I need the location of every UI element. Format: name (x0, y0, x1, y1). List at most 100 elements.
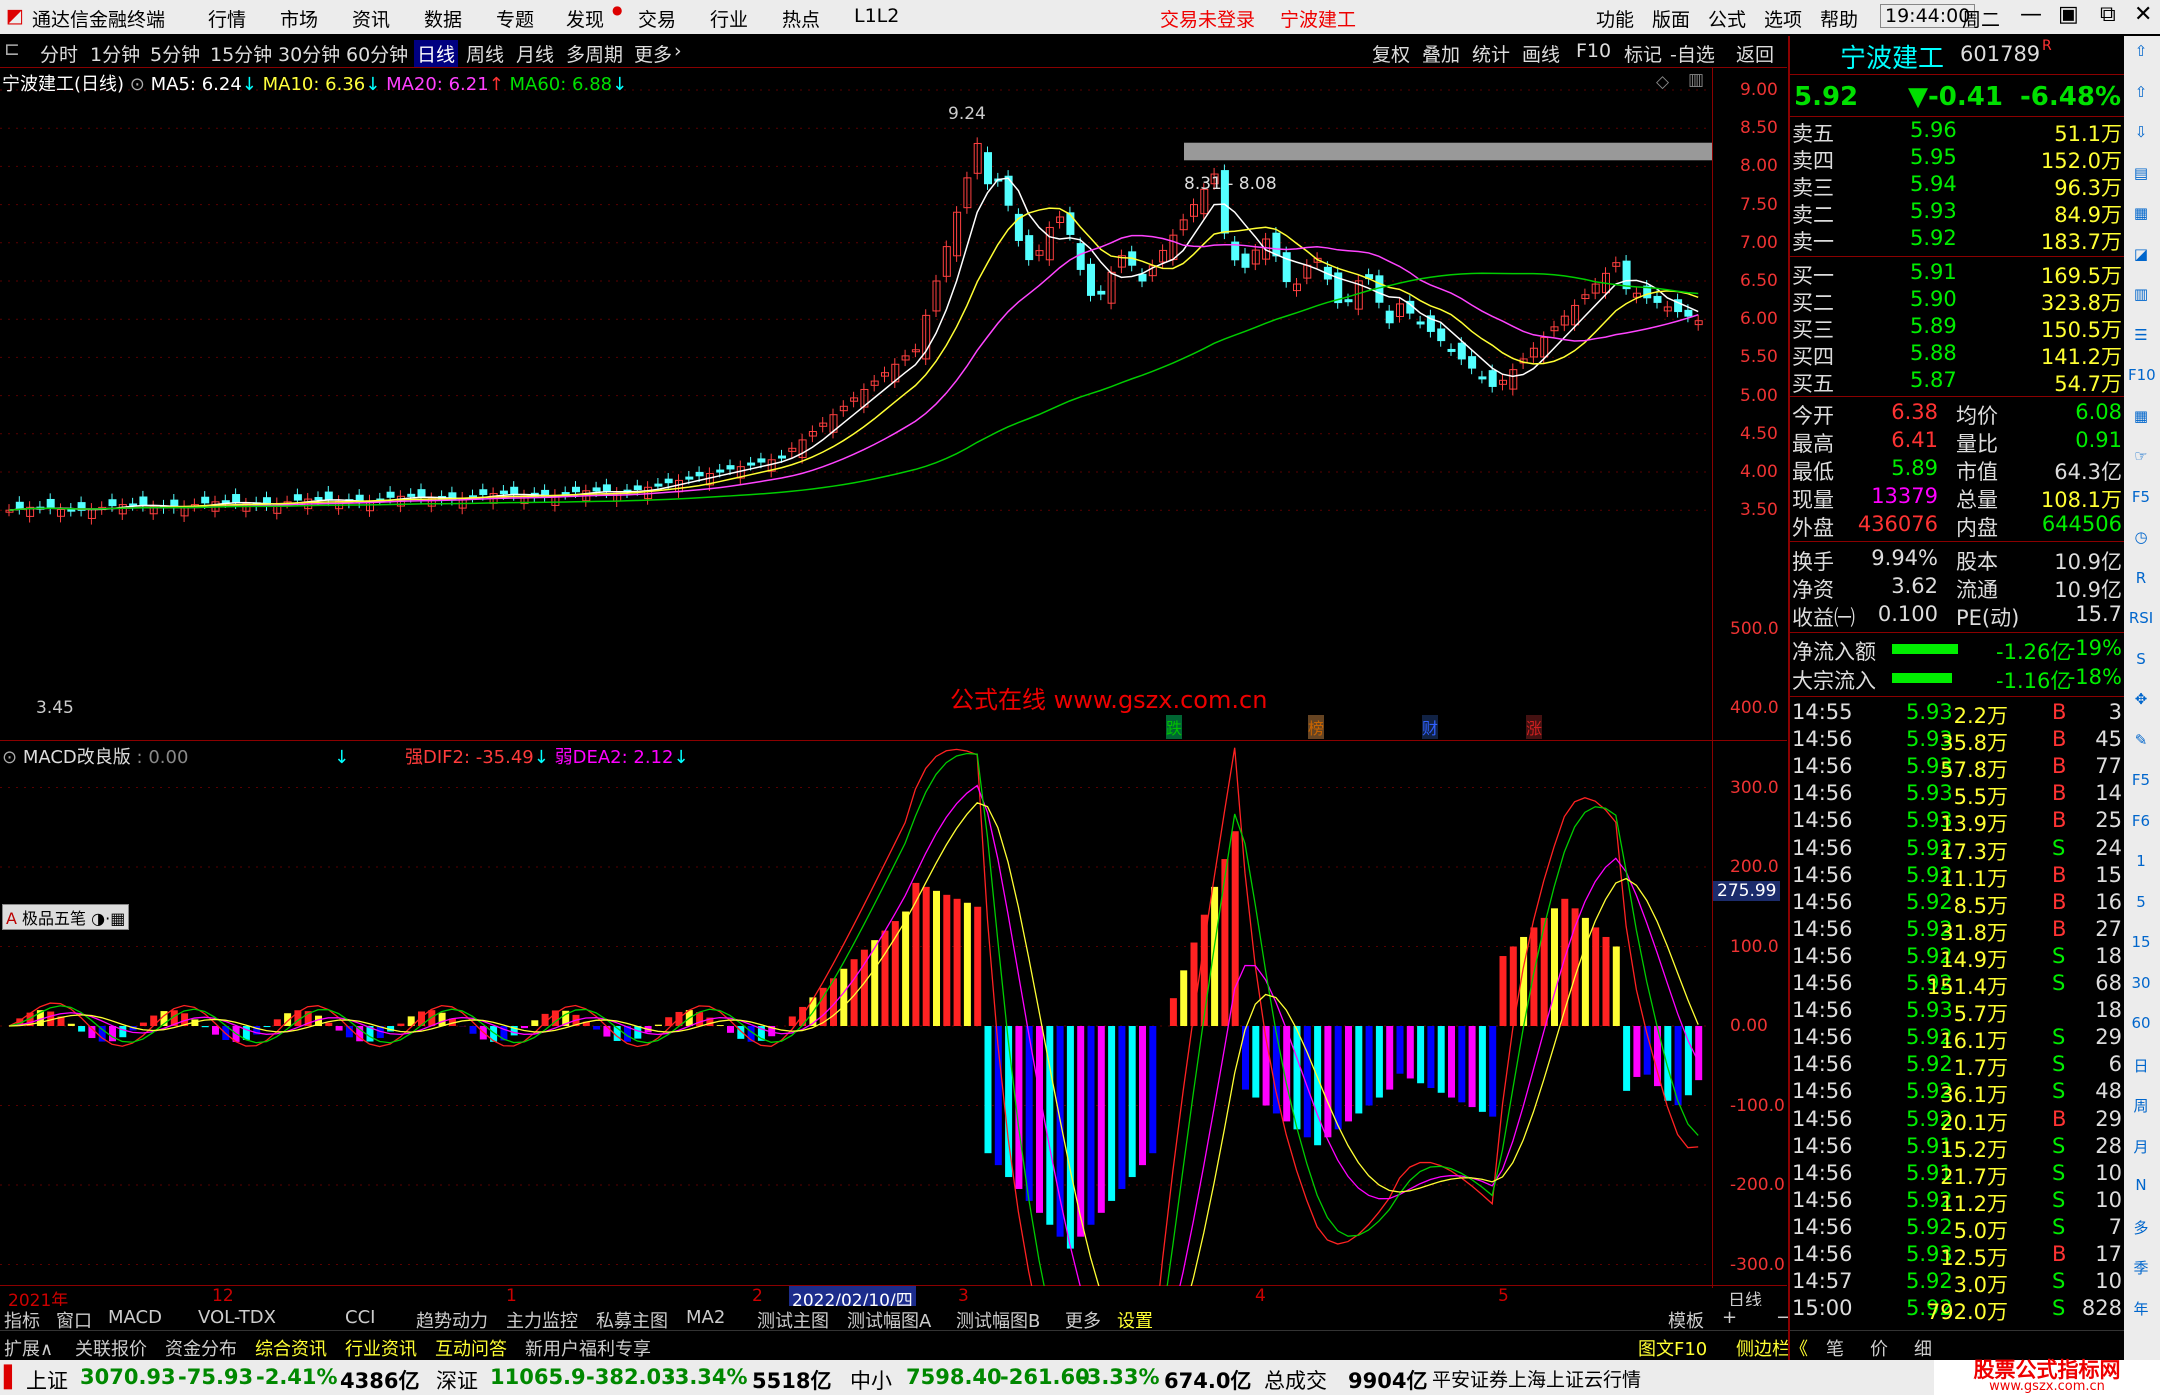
cross-icon[interactable]: ✥ (2128, 690, 2154, 716)
tick-row[interactable]: 14:56 5.93 13.9万 B 25 (1790, 808, 2126, 836)
tick-row[interactable]: 14:56 5.91 15.2万 S 28 (1790, 1134, 2126, 1162)
period-1min[interactable]: 1分钟 (90, 40, 140, 67)
ask-row[interactable]: 卖一 5.92 183.7万 (1790, 226, 2126, 254)
F5-icon[interactable]: F5 (2128, 488, 2154, 514)
trade-login-status[interactable]: 交易未登录 (1160, 5, 1255, 32)
collapse-icon[interactable]: ⊏ (4, 38, 20, 60)
btn-diejia[interactable]: 叠加 (1422, 40, 1460, 67)
ext-tab-5[interactable]: 互动问答 (435, 1335, 507, 1361)
ask-row[interactable]: 卖五 5.96 51.1万 (1790, 118, 2126, 146)
event-tag-cai[interactable]: 财 (1422, 715, 1439, 739)
candlestick-pane[interactable]: 宁波建工(日线) ⊙ MA5: 6.24↓ MA10: 6.36↓ MA20: … (0, 68, 1787, 741)
candles[interactable] (5, 137, 1703, 525)
tick-row[interactable]: 14:56 5.92 16.1万 S 29 (1790, 1025, 2126, 1053)
settings-toggle-icon[interactable]: ⊙ (2, 747, 17, 768)
period-monthly[interactable]: 月线 (516, 40, 554, 67)
macd-pane[interactable]: ⊙ MACD改良版 : 0.00 ↓ 强DIF2: -35.49↓ 弱DEA2:… (0, 619, 1787, 1286)
ext-tab-0[interactable]: 扩展∧ (4, 1335, 53, 1361)
tick-row[interactable]: 14:56 5.92 151.4万 S 68 (1790, 971, 2126, 999)
period-more[interactable]: 更多 (634, 40, 672, 67)
pen-icon[interactable]: ✎ (2128, 731, 2154, 757)
stat-row[interactable]: 净资 3.62 流通 10.9亿 (1790, 574, 2126, 602)
tick-row[interactable]: 14:56 5.93 57.8万 B 77 (1790, 754, 2126, 782)
indicator-tab-2[interactable]: MACD (108, 1307, 162, 1328)
btn-fuquan[interactable]: 复权 (1372, 40, 1410, 67)
indicator-tab-3[interactable]: VOL-TDX (198, 1307, 276, 1328)
1-icon[interactable]: 1 (2128, 852, 2154, 878)
tick-row[interactable]: 14:56 5.93 5.5万 B 14 (1790, 781, 2126, 809)
menu-hangye[interactable]: 行业 (710, 5, 748, 32)
btn-zixuan[interactable]: -自选 (1670, 40, 1715, 67)
tick-row[interactable]: 14:56 5.93 12.5万 B 17 (1790, 1242, 2126, 1270)
stat-row[interactable]: 换手 9.94% 股本 10.9亿 (1790, 546, 2126, 574)
period-fenshi[interactable]: 分时 (40, 40, 78, 67)
settings-toggle-icon[interactable]: ⊙ (130, 74, 145, 95)
grid-icon[interactable]: ▦ (2128, 407, 2154, 433)
ext-tab-3[interactable]: 综合资讯 (255, 1335, 327, 1361)
period-15min[interactable]: 15分钟 (210, 40, 272, 67)
menu-shichang[interactable]: 市场 (280, 5, 318, 32)
pane-max-icon[interactable]: ▥ (1688, 70, 1704, 90)
stat-row[interactable]: 最高 6.41 量比 0.91 (1790, 428, 2126, 456)
period-weekly[interactable]: 周线 (466, 40, 504, 67)
stat-row[interactable]: 外盘 436076 内盘 644506 (1790, 512, 2126, 540)
flow-row[interactable]: 净流入额 -1.26亿 -19% (1790, 636, 2126, 664)
chevron-right-icon[interactable]: › (674, 40, 682, 62)
bottom-right-btn-1[interactable]: + (1722, 1307, 1737, 1328)
tick-row[interactable]: 14:56 5.92 31.8万 B 27 (1790, 917, 2126, 945)
doc-icon[interactable]: ▤ (2128, 164, 2154, 190)
btn-huaxian[interactable]: 画线 (1522, 40, 1560, 67)
15-icon[interactable]: 15 (2128, 933, 2154, 959)
60-icon[interactable]: 60 (2128, 1014, 2154, 1040)
tick-row[interactable]: 14:56 5.92 36.1万 S 48 (1790, 1079, 2126, 1107)
tick-row[interactable]: 14:56 5.92 14.9万 S 18 (1790, 944, 2126, 972)
F6-icon[interactable]: F6 (2128, 812, 2154, 838)
menu-gongneng[interactable]: 功能 (1596, 5, 1634, 32)
stat-row[interactable]: 现量 13379 总量 108.1万 (1790, 484, 2126, 512)
menu-gongshi[interactable]: 公式 (1708, 5, 1746, 32)
tick-row[interactable]: 14:56 5.92 5.0万 S 7 (1790, 1215, 2126, 1243)
arrow-down-icon[interactable]: ⇩ (2128, 123, 2154, 149)
chart-icon[interactable]: ◪ (2128, 245, 2154, 271)
30-icon[interactable]: 30 (2128, 974, 2154, 1000)
月-icon[interactable]: 月 (2128, 1136, 2154, 1162)
idx-sh-name[interactable]: 上证 (26, 1365, 68, 1395)
flow-row[interactable]: 大宗流入 -1.16亿 -18% (1790, 665, 2126, 693)
R-icon[interactable]: R (2128, 569, 2154, 595)
indicator-tab-8[interactable]: MA2 (686, 1307, 725, 1328)
period-5min[interactable]: 5分钟 (150, 40, 200, 67)
tick-row[interactable]: 14:56 5.91 21.7万 S 10 (1790, 1161, 2126, 1189)
bid-row[interactable]: 买一 5.91 169.5万 (1790, 260, 2126, 288)
ext-tab-6[interactable]: 新用户福利专享 (525, 1335, 651, 1361)
period-multi[interactable]: 多周期 (566, 40, 623, 67)
stat-row[interactable]: 收益㈠ 0.100 PE(动) 15.7 (1790, 602, 2126, 630)
bid-row[interactable]: 买二 5.90 323.8万 (1790, 287, 2126, 315)
list-icon[interactable]: ☰ (2128, 326, 2154, 352)
menu-banmian[interactable]: 版面 (1652, 5, 1690, 32)
period-30min[interactable]: 30分钟 (278, 40, 340, 67)
table-icon[interactable]: ▦ (2128, 204, 2154, 230)
tick-row[interactable]: 14:56 5.93 35.8万 B 45 (1790, 727, 2126, 755)
tick-row[interactable]: 14:56 5.92 11.2万 S 10 (1790, 1188, 2126, 1216)
btn-tongji[interactable]: 统计 (1472, 40, 1510, 67)
arrow-up-icon[interactable]: ⇧ (2128, 42, 2154, 68)
ask-row[interactable]: 卖四 5.95 152.0万 (1790, 145, 2126, 173)
tick-row[interactable]: 14:55 5.93 2.2万 B 3 (1790, 700, 2126, 728)
bid-row[interactable]: 买四 5.88 141.2万 (1790, 341, 2126, 369)
clock-icon[interactable]: ◷ (2128, 528, 2154, 554)
ext-tab-2[interactable]: 资金分布 (165, 1335, 237, 1361)
hand-icon[interactable]: ☞ (2128, 447, 2154, 473)
btn-fanhui[interactable]: 返回 (1736, 40, 1774, 67)
menu-l1l2[interactable]: L1L2 (854, 5, 899, 27)
F5-icon[interactable]: F5 (2128, 771, 2154, 797)
年-icon[interactable]: 年 (2128, 1298, 2154, 1324)
5-icon[interactable]: 5 (2128, 893, 2154, 919)
周-icon[interactable]: 周 (2128, 1095, 2154, 1121)
menu-shuju[interactable]: 数据 (424, 5, 462, 32)
close-icon[interactable]: ✕ (2134, 2, 2152, 27)
diamond-icon[interactable]: ◇ (1656, 72, 1669, 92)
tick-row[interactable]: 14:56 5.92 8.5万 B 16 (1790, 890, 2126, 918)
bid-row[interactable]: 买三 5.89 150.5万 (1790, 314, 2126, 342)
ask-row[interactable]: 卖二 5.93 84.9万 (1790, 199, 2126, 227)
restore-icon[interactable]: ▣ (2058, 2, 2079, 27)
